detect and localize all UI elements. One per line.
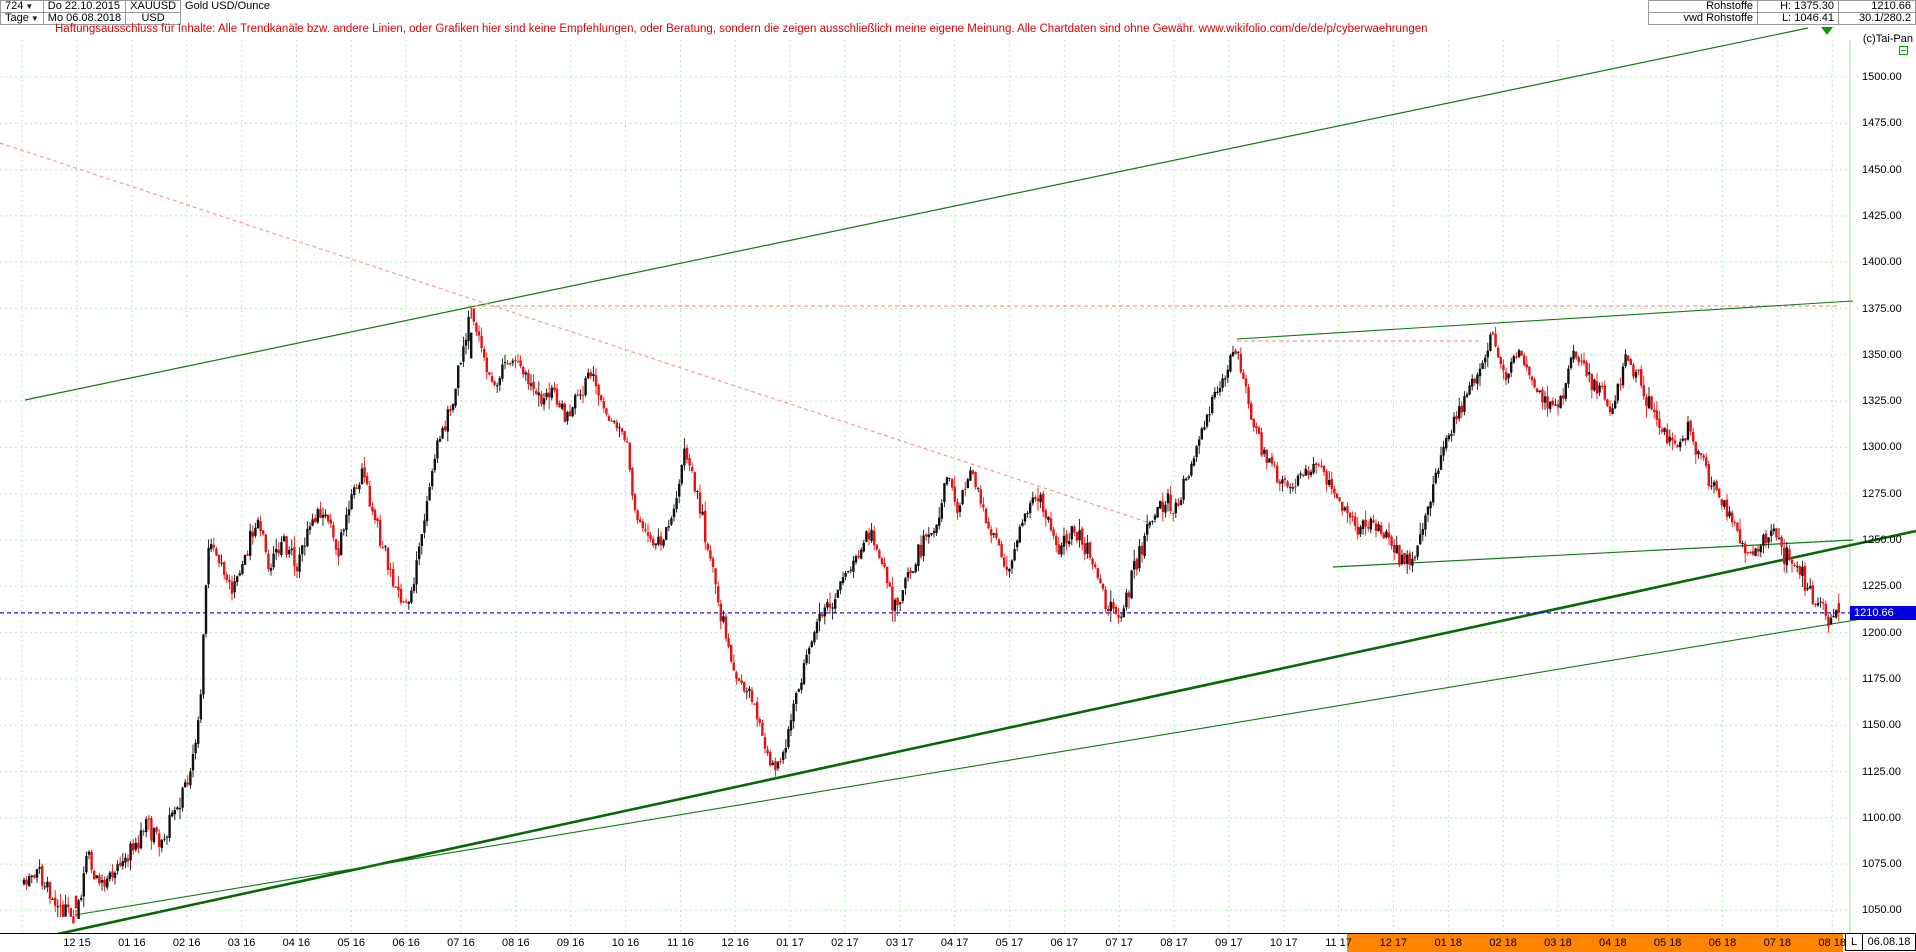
bars-count-dropdown[interactable]: 724 ▼ bbox=[0, 0, 44, 13]
x-axis-label: 02 17 bbox=[831, 937, 859, 949]
x-axis-label: 03 18 bbox=[1544, 937, 1572, 949]
instrument-name-label: Gold USD/Ounce bbox=[185, 0, 270, 12]
y-axis-label: 1075.00 bbox=[1862, 858, 1902, 871]
bars-count-value: 724 bbox=[5, 0, 24, 12]
x-axis-label: 03 17 bbox=[885, 937, 914, 949]
x-axis-label: 01 16 bbox=[118, 937, 146, 949]
y-axis-label: 1225.00 bbox=[1862, 580, 1902, 593]
x-axis-label: 09 16 bbox=[556, 937, 585, 949]
y-axis-label: 1475.00 bbox=[1862, 117, 1902, 130]
x-axis-label: 12 15 bbox=[63, 937, 91, 949]
timeframe-dropdown[interactable]: Tage ▼ bbox=[0, 12, 44, 25]
timeframe-value: Tage bbox=[5, 12, 29, 24]
x-axis-label: 07 16 bbox=[447, 937, 475, 949]
symbol-field[interactable]: XAUUSD bbox=[125, 0, 182, 13]
y-axis-label: 1450.00 bbox=[1862, 163, 1902, 176]
x-axis-label: 10 16 bbox=[611, 937, 640, 949]
y-axis-label: 1175.00 bbox=[1862, 672, 1901, 685]
x-axis-label: 10 17 bbox=[1269, 937, 1298, 949]
dropdown-arrow-icon: ▼ bbox=[30, 14, 39, 23]
y-axis-label: 1300.00 bbox=[1862, 441, 1902, 454]
y-axis-label: 1375.00 bbox=[1862, 302, 1902, 315]
y-axis-label: 1125.00 bbox=[1862, 765, 1901, 778]
x-axis-label: 12 16 bbox=[721, 937, 749, 949]
low-marker-cell: L bbox=[1845, 933, 1863, 951]
x-axis-label: 11 16 bbox=[666, 937, 694, 949]
x-axis-label: 04 16 bbox=[282, 937, 311, 949]
y-axis-label: 1275.00 bbox=[1862, 487, 1902, 500]
trendline-handle-icon[interactable] bbox=[1899, 46, 1908, 55]
x-axis-label: 07 17 bbox=[1105, 937, 1133, 949]
provider-label: vwd Rohstoffe bbox=[1648, 12, 1758, 25]
y-axis-label: 1500.00 bbox=[1862, 71, 1902, 83]
disclaimer-text: Haftungsausschluss für Inhalte: Alle Tre… bbox=[55, 23, 1428, 35]
x-axis-label: 05 16 bbox=[337, 937, 366, 949]
quote-info-panel: Rohstoffe H: 1375.30 1210.66 vwd Rohstof… bbox=[1648, 0, 1916, 25]
x-axis-label: 03 16 bbox=[227, 937, 256, 949]
x-axis-label: 02 18 bbox=[1489, 937, 1517, 949]
price-chart-canvas[interactable] bbox=[0, 0, 1916, 952]
range-info-value: 30.1/280.2 bbox=[1838, 12, 1916, 25]
x-axis-label: 08 16 bbox=[502, 937, 530, 949]
x-axis-label: 04 17 bbox=[940, 937, 969, 949]
x-axis-label: 06 17 bbox=[1050, 937, 1079, 949]
y-axis-label: 1150.00 bbox=[1862, 719, 1901, 732]
x-axis-label: 12 17 bbox=[1379, 937, 1408, 949]
x-axis-label: 06 18 bbox=[1708, 937, 1737, 949]
y-axis-label: 1050.00 bbox=[1862, 904, 1902, 917]
x-axis-label: 07 18 bbox=[1763, 937, 1792, 949]
y-axis-label: 1250.00 bbox=[1862, 534, 1902, 546]
x-axis-label: 02 16 bbox=[172, 937, 201, 949]
x-axis-label: 11 17 bbox=[1325, 937, 1352, 949]
y-axis-label: 1325.00 bbox=[1862, 395, 1902, 408]
x-axis-label: 06 16 bbox=[392, 937, 420, 949]
current-price-label: 1210.66 bbox=[1850, 606, 1916, 620]
time-axis: 12 15 01 16 02 16 03 16 04 16 05 16 06 16 07 16… bbox=[0, 933, 1916, 952]
copyright-label: (c)Tai-Pan bbox=[1862, 33, 1913, 45]
instrument-header: 724 ▼ Do 22.10.2015 XAUUSD Gold USD/Ounce… bbox=[0, 0, 275, 25]
dropdown-arrow-icon: ▼ bbox=[25, 2, 34, 11]
x-axis-label: 08 17 bbox=[1160, 937, 1188, 949]
charting-app-window: 724 ▼ Do 22.10.2015 XAUUSD Gold USD/Ounce… bbox=[0, 0, 1916, 952]
x-axis-label: 04 18 bbox=[1599, 937, 1627, 949]
low-value: L: 1046.41 bbox=[1757, 12, 1839, 25]
y-axis-label: 1350.00 bbox=[1862, 348, 1902, 361]
last-price-value: 1210.66 bbox=[1838, 0, 1916, 13]
x-axis-label: 01 18 bbox=[1434, 937, 1463, 949]
last-date-cell: 06.08.18 bbox=[1862, 933, 1916, 951]
y-axis-label: 1100.00 bbox=[1862, 811, 1901, 824]
x-axis-label: 01 17 bbox=[776, 937, 804, 949]
x-axis-label: 05 18 bbox=[1653, 937, 1682, 949]
x-axis-label: 08 18 bbox=[1818, 937, 1846, 949]
y-axis-label: 1200.00 bbox=[1862, 626, 1902, 639]
start-date-field[interactable]: Do 22.10.2015 bbox=[42, 0, 127, 13]
x-axis-label: 09 17 bbox=[1215, 937, 1243, 949]
trendline-end-marker-icon[interactable] bbox=[1821, 27, 1833, 35]
y-axis-label: 1425.00 bbox=[1862, 209, 1902, 222]
y-axis-label: 1400.00 bbox=[1862, 256, 1902, 269]
category-label: Rohstoffe bbox=[1648, 0, 1758, 13]
high-value: H: 1375.30 bbox=[1757, 0, 1839, 13]
x-axis-label: 05 17 bbox=[995, 937, 1024, 949]
